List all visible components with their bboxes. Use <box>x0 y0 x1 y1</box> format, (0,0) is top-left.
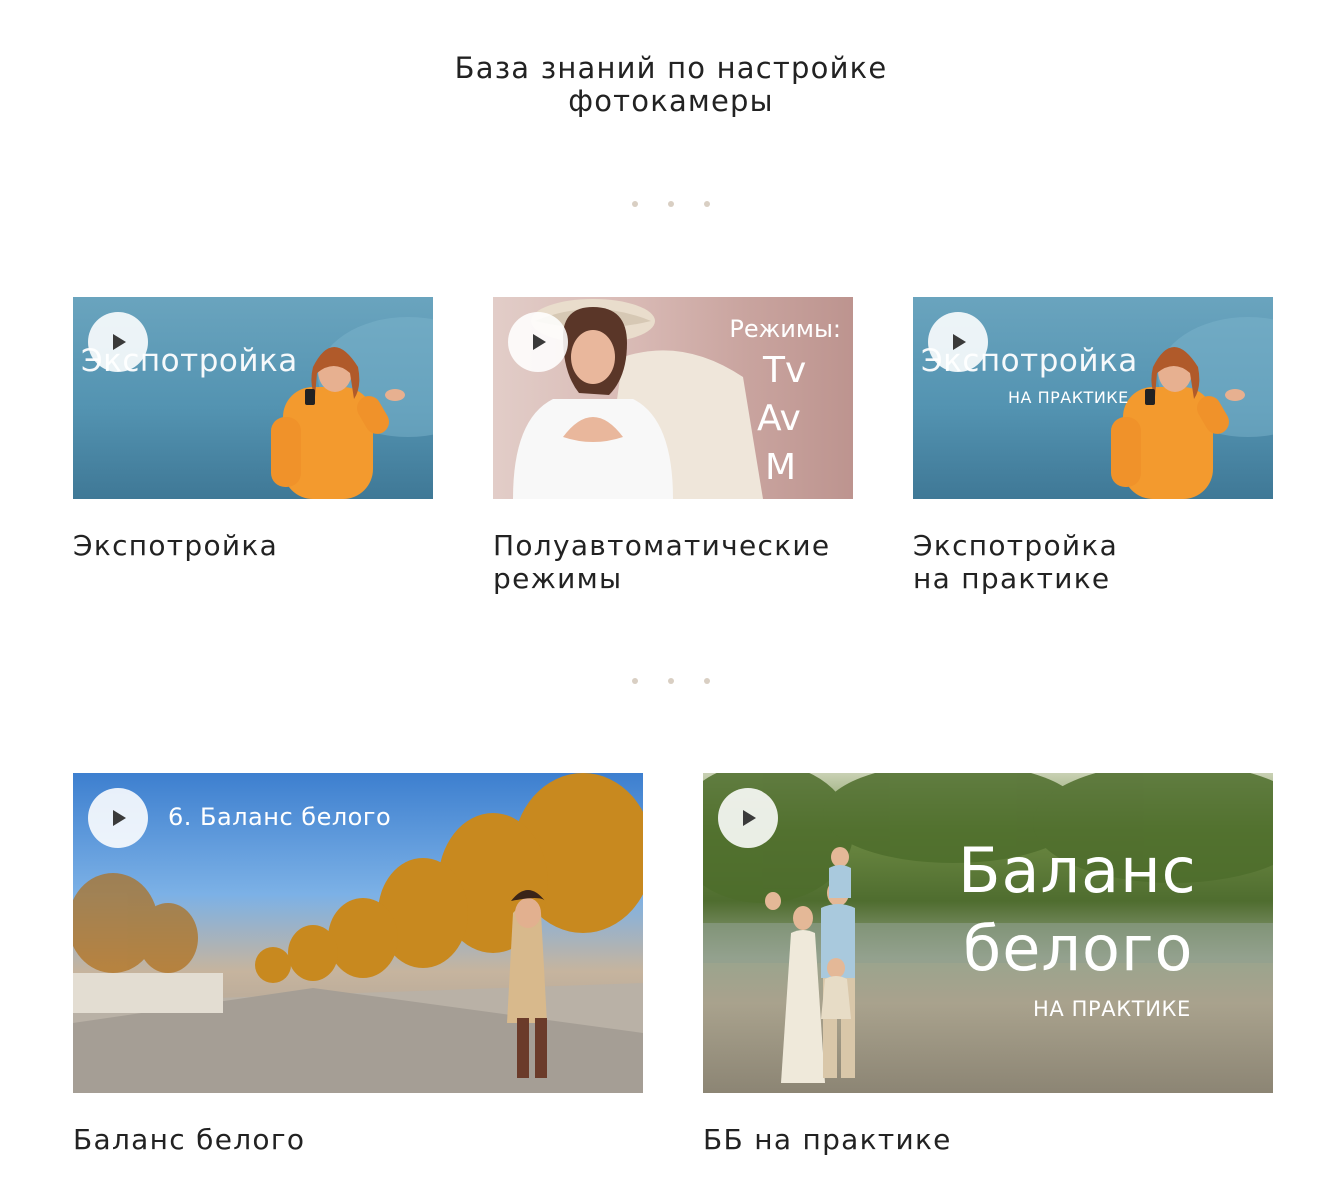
play-button[interactable] <box>88 312 148 372</box>
video-card-exposure-triangle-practice[interactable]: Экспотройка НА ПРАКТИКЕ Экспотройка на п… <box>913 297 1273 595</box>
video-card-white-balance[interactable]: 6. Баланс белого Баланс белого <box>73 773 643 1156</box>
play-icon <box>533 334 546 350</box>
video-thumbnail[interactable]: Экспотройка <box>73 297 433 499</box>
thumbnail-overlay-modes-label: Режимы: <box>729 315 841 343</box>
video-title[interactable]: Полуавтоматические режимы <box>493 529 913 595</box>
play-icon <box>113 334 126 350</box>
divider-dot <box>704 678 710 684</box>
video-title-line: режимы <box>493 562 623 595</box>
video-thumbnail[interactable]: Режимы: Tv Av M <box>493 297 853 499</box>
video-thumbnail[interactable]: Баланс белого НА ПРАКТИКЕ <box>703 773 1273 1093</box>
video-title[interactable]: Баланс белого <box>73 1123 493 1156</box>
video-thumbnail[interactable]: 6. Баланс белого <box>73 773 643 1093</box>
divider-dot <box>704 201 710 207</box>
page-title-line-1: База знаний по настройке <box>454 51 888 85</box>
divider-dot <box>668 678 674 684</box>
thumbnail-overlay-title-line-1: Баланс <box>958 834 1197 907</box>
page-title: База знаний по настройке фотокамеры <box>0 52 1342 118</box>
thumbnail-overlay-mode-av: Av <box>757 398 801 439</box>
video-card-semi-auto-modes[interactable]: Режимы: Tv Av M Полуавтоматические режим… <box>493 297 853 595</box>
divider-dots <box>0 201 1342 209</box>
thumbnail-overlay-title-line-2: белого <box>963 912 1194 985</box>
play-icon <box>113 810 126 826</box>
video-title[interactable]: ББ на практике <box>703 1123 1123 1156</box>
video-title-line: Экспотройка <box>913 529 1119 562</box>
thumbnail-overlay-mode-tv: Tv <box>763 350 807 391</box>
play-button[interactable] <box>88 788 148 848</box>
thumbnail-overlay-title: 6. Баланс белого <box>168 803 392 831</box>
thumbnail-overlay-mode-m: M <box>765 447 797 488</box>
play-button[interactable] <box>718 788 778 848</box>
video-card-white-balance-practice[interactable]: Баланс белого НА ПРАКТИКЕ ББ на практике <box>703 773 1273 1156</box>
divider-dot <box>632 201 638 207</box>
video-title[interactable]: Экспотройка <box>73 529 493 562</box>
thumbnail-overlay-subtitle: НА ПРАКТИКЕ <box>1033 997 1191 1021</box>
divider-dot <box>632 678 638 684</box>
thumbnail-overlay-subtitle: НА ПРАКТИКЕ <box>1008 388 1129 407</box>
divider-dots <box>0 678 1342 686</box>
video-title-line: ББ на практике <box>703 1123 952 1156</box>
video-title[interactable]: Экспотройка на практике <box>913 529 1333 595</box>
play-button[interactable] <box>508 312 568 372</box>
video-title-line: Экспотройка <box>73 529 279 562</box>
video-card-exposure-triangle[interactable]: Экспотройка Экспотройка <box>73 297 433 562</box>
divider-dot <box>668 201 674 207</box>
play-button[interactable] <box>928 312 988 372</box>
video-title-line: Баланс белого <box>73 1123 306 1156</box>
video-title-line: Полуавтоматические <box>493 529 831 562</box>
play-icon <box>743 810 756 826</box>
play-icon <box>953 334 966 350</box>
video-title-line: на практике <box>913 562 1111 595</box>
video-thumbnail[interactable]: Экспотройка НА ПРАКТИКЕ <box>913 297 1273 499</box>
page-title-line-2: фотокамеры <box>568 84 774 118</box>
